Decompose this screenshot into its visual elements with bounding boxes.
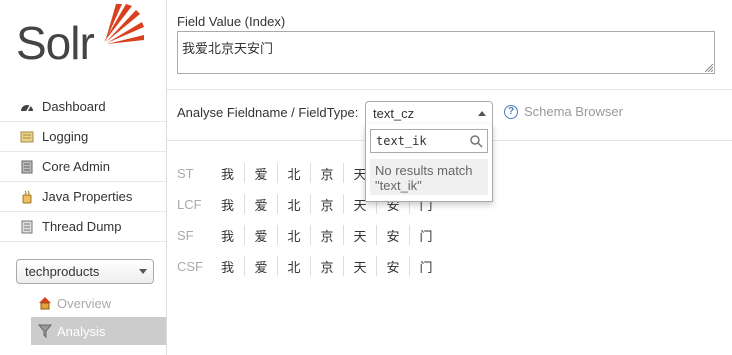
token: 安 (376, 256, 409, 276)
token: 天 (343, 225, 376, 245)
sidebar: Solr Dashboard Logging Core Admin Java P… (0, 0, 167, 355)
token: 京 (310, 256, 343, 276)
analysis-panel: Field Value (Index) 我爱北京天安门 Analyse Fiel… (167, 0, 732, 355)
token: 北 (277, 256, 310, 276)
token: 爱 (244, 163, 277, 183)
nav-label: Java Properties (42, 189, 133, 204)
chevron-up-icon (478, 111, 486, 116)
nav-core-admin[interactable]: Core Admin (0, 152, 166, 182)
fieldname-label: Analyse Fieldname / FieldType: (177, 105, 359, 120)
token: 天 (343, 256, 376, 276)
schema-browser-label: Schema Browser (524, 104, 623, 119)
field-value-label: Field Value (Index) (177, 14, 286, 29)
main-nav: Dashboard Logging Core Admin Java Proper… (0, 92, 166, 242)
row-label: CSF (177, 258, 203, 274)
nav-thread-dump[interactable]: Thread Dump (0, 212, 166, 242)
logo-text: Solr (16, 17, 95, 69)
schema-browser-link[interactable]: ? Schema Browser (504, 104, 623, 119)
nav-dashboard[interactable]: Dashboard (0, 92, 166, 122)
fieldtype-selected: text_cz (373, 105, 415, 121)
nav-label: Logging (42, 129, 89, 144)
core-nav-label: Overview (57, 295, 112, 311)
solr-sun-icon (104, 4, 144, 44)
token-row-sf: SF 我 爱 北 京 天 安 门 (177, 220, 442, 250)
token-row-csf: CSF 我 爱 北 京 天 安 门 (177, 251, 442, 281)
token: 爱 (244, 225, 277, 245)
field-value-text: 我爱北京天安门 (182, 41, 274, 56)
fieldtype-select[interactable]: text_cz (365, 101, 493, 125)
token: 我 (220, 197, 234, 213)
nav-label: Core Admin (42, 159, 110, 174)
token: 安 (376, 225, 409, 245)
token: 京 (310, 163, 343, 183)
home-icon (37, 295, 53, 311)
dropdown-no-results: No results match "text_ik" (370, 159, 488, 195)
java-icon (20, 190, 34, 204)
token: 北 (277, 225, 310, 245)
resize-handle-icon[interactable] (705, 64, 713, 72)
row-label: SF (177, 227, 194, 243)
solr-logo[interactable]: Solr (16, 2, 146, 70)
core-nav: Overview Analysis (31, 289, 166, 345)
row-label: LCF (177, 196, 202, 212)
dropdown-search-input[interactable]: text_ik (370, 129, 488, 153)
token: 我 (220, 228, 234, 244)
core-selector[interactable]: techproducts (16, 259, 154, 284)
dashboard-icon (20, 100, 34, 114)
nav-logging[interactable]: Logging (0, 122, 166, 152)
token: 我 (220, 259, 234, 275)
token: 我 (220, 166, 234, 182)
core-nav-overview[interactable]: Overview (31, 289, 166, 317)
core-nav-label: Analysis (57, 323, 106, 339)
field-value-input[interactable]: 我爱北京天安门 (177, 31, 715, 74)
token: 爱 (244, 256, 277, 276)
token: 门 (409, 256, 442, 276)
nav-label: Dashboard (42, 99, 106, 114)
core-nav-analysis[interactable]: Analysis (31, 317, 166, 345)
token: 京 (310, 194, 343, 214)
nav-java-properties[interactable]: Java Properties (0, 182, 166, 212)
nav-label: Thread Dump (42, 219, 122, 234)
token: 北 (277, 194, 310, 214)
row-label: ST (177, 165, 194, 181)
dropdown-search-text: text_ik (376, 134, 427, 148)
logging-icon (20, 130, 34, 144)
divider (167, 89, 732, 90)
filter-icon (37, 323, 53, 339)
thread-dump-icon (20, 220, 34, 234)
token: 门 (409, 225, 442, 245)
core-selector-value: techproducts (25, 264, 100, 279)
search-icon (470, 135, 483, 148)
fieldtype-dropdown: text_ik No results match "text_ik" (365, 124, 493, 202)
token: 京 (310, 225, 343, 245)
token: 爱 (244, 194, 277, 214)
token: 北 (277, 163, 310, 183)
chevron-down-icon (139, 269, 147, 274)
help-icon: ? (504, 104, 518, 119)
core-admin-icon (20, 160, 34, 174)
